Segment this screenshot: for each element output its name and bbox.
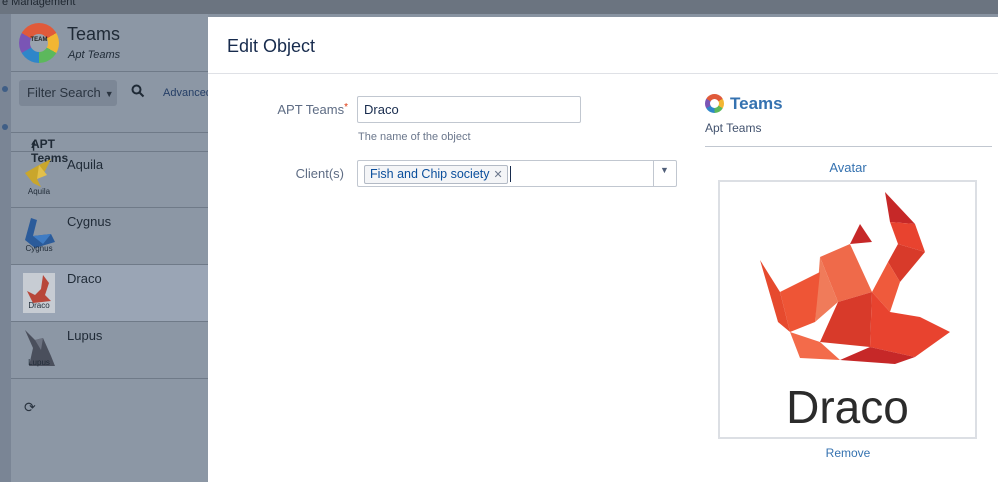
client-tag-label: Fish and Chip society	[370, 167, 490, 181]
panel-subtitle: Apt Teams	[68, 49, 121, 61]
item-caption: Draco	[28, 301, 50, 310]
close-icon[interactable]: ✕	[494, 169, 503, 181]
filter-search-button[interactable]: Filter Search ▼	[19, 80, 117, 106]
divider	[705, 146, 992, 147]
item-name: Lupus	[67, 328, 103, 343]
chevron-down-icon: ▼	[660, 165, 669, 175]
required-marker: *	[344, 102, 348, 113]
nav-marker	[2, 124, 8, 130]
list-header[interactable]: APT Teams 🠕	[11, 132, 208, 165]
avatar-label: Avatar	[829, 160, 867, 175]
clients-multiselect[interactable]: Fish and Chip society ✕ ▼	[357, 160, 677, 187]
search-icon[interactable]	[131, 84, 145, 103]
avatar-image: Draco	[718, 180, 977, 439]
panel-title: Teams	[67, 24, 121, 44]
dropdown-trigger[interactable]: ▼	[653, 161, 676, 186]
item-name: Cygnus	[67, 214, 112, 229]
client-tag: Fish and Chip society ✕	[364, 165, 508, 184]
app-top-strip: e Management	[0, 0, 998, 14]
filter-search-label: Filter Search	[27, 85, 101, 100]
list-item-draco[interactable]: Draco Draco	[11, 265, 208, 322]
teams-logo: TEAM	[19, 23, 59, 63]
object-type-title: Teams	[730, 94, 783, 113]
item-caption: Cygnus	[25, 244, 53, 253]
objects-panel: TEAM Teams Apt Teams Filter Search ▼ Adva…	[11, 14, 212, 482]
object-type-subtitle: Apt Teams	[705, 121, 762, 135]
edit-object-dialog: Edit Object APT Teams* The name of the o…	[208, 17, 998, 482]
item-caption: Lupus	[28, 358, 50, 367]
remove-avatar-link[interactable]: Remove	[718, 446, 978, 460]
divider	[11, 71, 208, 72]
dialog-title: Edit Object	[227, 36, 316, 56]
refresh-icon[interactable]: ⟳	[24, 399, 36, 416]
teams-logo-text: TEAM	[30, 37, 48, 43]
list-item-cygnus[interactable]: Cygnus Cygnus	[11, 208, 208, 265]
name-input[interactable]	[357, 96, 581, 123]
text-cursor	[510, 166, 511, 182]
nav-marker	[2, 86, 8, 92]
app-top-strip-text: e Management	[2, 0, 76, 8]
name-field-hint: The name of the object	[358, 131, 471, 143]
avatar-caption: Draco	[786, 381, 909, 433]
list-item-lupus[interactable]: Lupus Lupus	[11, 322, 208, 379]
advanced-search-link[interactable]: Advanced	[163, 87, 212, 99]
teams-icon	[705, 94, 724, 113]
dialog-header: Edit Object	[208, 17, 998, 74]
item-name: Draco	[67, 271, 102, 286]
list-item-aquila[interactable]: Aquila Aquila	[11, 151, 208, 208]
name-field-label-text: APT Teams	[277, 102, 345, 117]
dragon-icon	[760, 192, 950, 364]
item-name: Aquila	[67, 157, 104, 172]
item-caption: Aquila	[27, 187, 51, 196]
clients-field-label: Client(s)	[295, 166, 344, 181]
name-field-label: APT Teams*	[268, 102, 348, 117]
chevron-down-icon: ▼	[104, 89, 114, 99]
